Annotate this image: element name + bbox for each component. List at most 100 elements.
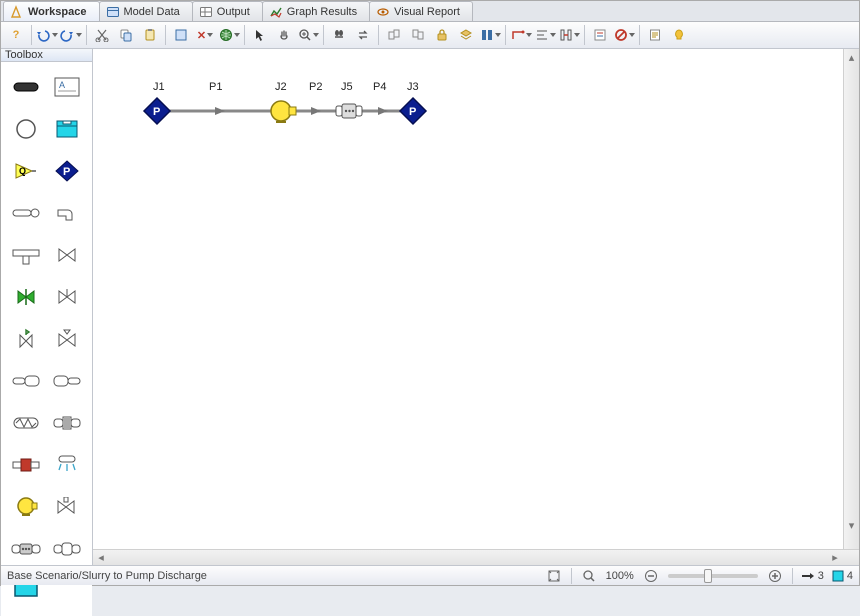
pan-tool[interactable] bbox=[273, 24, 295, 46]
cut-button[interactable] bbox=[91, 24, 113, 46]
palette-reservoir-closed[interactable] bbox=[49, 110, 87, 148]
help-icon[interactable]: ? bbox=[5, 24, 27, 46]
status-scenario: Base Scenario/Slurry to Pump Discharge bbox=[7, 570, 207, 582]
palette-elbow[interactable] bbox=[49, 194, 87, 232]
layers-button[interactable] bbox=[455, 24, 477, 46]
palette-pump-red[interactable] bbox=[7, 446, 45, 484]
scroll-left-icon[interactable]: ◂ bbox=[93, 550, 109, 566]
node-J1[interactable]: P bbox=[144, 98, 170, 124]
distribute-button[interactable] bbox=[558, 24, 580, 46]
palette-general-1[interactable] bbox=[7, 530, 45, 568]
palette-pump-yellow[interactable] bbox=[7, 488, 45, 526]
palette-control-valve[interactable] bbox=[49, 320, 87, 358]
label-J1: J1 bbox=[153, 81, 165, 93]
label-J2: J2 bbox=[275, 81, 287, 93]
scroll-right-icon[interactable]: ▸ bbox=[827, 550, 843, 566]
junction-icon bbox=[832, 570, 844, 582]
svg-text:P: P bbox=[409, 106, 416, 118]
vertical-scrollbar[interactable]: ▴ ▾ bbox=[843, 49, 859, 549]
svg-text:P: P bbox=[153, 106, 160, 118]
tab-workspace-label: Workspace bbox=[28, 6, 87, 18]
undo-button[interactable] bbox=[36, 24, 58, 46]
node-J3[interactable]: P bbox=[400, 98, 426, 124]
svg-text:A: A bbox=[59, 80, 65, 90]
swap-button[interactable] bbox=[352, 24, 374, 46]
deny-button[interactable] bbox=[613, 24, 635, 46]
tab-output-label: Output bbox=[217, 6, 250, 18]
redo-button[interactable] bbox=[60, 24, 82, 46]
output-icon bbox=[199, 5, 213, 19]
palette-pipe[interactable] bbox=[7, 68, 45, 106]
palette-valve-3[interactable] bbox=[49, 488, 87, 526]
paste-button[interactable] bbox=[139, 24, 161, 46]
palette-heat-exchanger[interactable] bbox=[7, 404, 45, 442]
copy-button[interactable] bbox=[115, 24, 137, 46]
globe-button[interactable] bbox=[218, 24, 240, 46]
idea-button[interactable] bbox=[668, 24, 690, 46]
units-button[interactable] bbox=[479, 24, 501, 46]
pipe-icon bbox=[801, 572, 815, 580]
svg-text:Q: Q bbox=[19, 166, 26, 176]
align-button[interactable] bbox=[534, 24, 556, 46]
tab-output[interactable]: Output bbox=[192, 1, 263, 21]
scroll-down-icon[interactable]: ▾ bbox=[844, 517, 859, 533]
palette-area-change-1[interactable] bbox=[7, 362, 45, 400]
label-P2: P2 bbox=[309, 81, 322, 93]
palette-assigned-flow[interactable]: Q bbox=[7, 152, 45, 190]
zoom-in-button[interactable] bbox=[766, 567, 784, 585]
palette-screen[interactable] bbox=[49, 404, 87, 442]
palette-tee[interactable] bbox=[7, 236, 45, 274]
tab-model-data-label: Model Data bbox=[124, 6, 180, 18]
workspace-icon bbox=[10, 5, 24, 19]
workspace-canvas[interactable]: P P bbox=[93, 49, 859, 549]
fit-view-button[interactable] bbox=[545, 567, 563, 585]
tab-visual-report[interactable]: Visual Report bbox=[369, 1, 473, 21]
palette-annotation[interactable]: A bbox=[49, 68, 87, 106]
scroll-up-icon[interactable]: ▴ bbox=[844, 49, 859, 65]
zoom-out-button[interactable] bbox=[642, 567, 660, 585]
group-button-1[interactable] bbox=[383, 24, 405, 46]
zoom-tool[interactable] bbox=[297, 24, 319, 46]
route-button[interactable] bbox=[510, 24, 532, 46]
pipe-count: 3 bbox=[801, 570, 824, 582]
label-J3: J3 bbox=[407, 81, 419, 93]
label-J5: J5 bbox=[341, 81, 353, 93]
report-button[interactable] bbox=[644, 24, 666, 46]
properties-button[interactable] bbox=[589, 24, 611, 46]
pointer-tool[interactable] bbox=[249, 24, 271, 46]
select-rect-button[interactable] bbox=[170, 24, 192, 46]
delete-button[interactable]: ✕ bbox=[194, 24, 216, 46]
label-P4: P4 bbox=[373, 81, 386, 93]
zoom-slider[interactable] bbox=[668, 574, 758, 578]
tab-model-data[interactable]: Model Data bbox=[99, 1, 193, 21]
junction-count: 4 bbox=[832, 570, 853, 582]
lock-button[interactable] bbox=[431, 24, 453, 46]
palette-general-2[interactable] bbox=[49, 530, 87, 568]
toolbox-title: Toolbox bbox=[1, 49, 92, 62]
find-button[interactable] bbox=[328, 24, 350, 46]
visual-report-icon bbox=[376, 5, 390, 19]
horizontal-scrollbar[interactable]: ◂ ▸ bbox=[93, 549, 859, 565]
group-button-2[interactable] bbox=[407, 24, 429, 46]
palette-valve-2[interactable] bbox=[49, 278, 87, 316]
palette-reservoir-open[interactable] bbox=[7, 110, 45, 148]
zoom-reset-button[interactable] bbox=[580, 567, 598, 585]
node-J2[interactable] bbox=[271, 101, 296, 122]
label-P1: P1 bbox=[209, 81, 222, 93]
svg-text:P: P bbox=[63, 166, 70, 178]
tab-graph-results[interactable]: Graph Results bbox=[262, 1, 370, 21]
node-J5[interactable] bbox=[336, 104, 362, 118]
zoom-value: 100% bbox=[606, 570, 634, 582]
palette-spray[interactable] bbox=[49, 446, 87, 484]
palette-branch[interactable] bbox=[7, 194, 45, 232]
modeldata-icon bbox=[106, 5, 120, 19]
palette-valve-1[interactable] bbox=[49, 236, 87, 274]
graph-icon bbox=[269, 5, 283, 19]
tab-workspace[interactable]: Workspace bbox=[3, 1, 100, 21]
palette-assigned-pressure[interactable]: P bbox=[49, 152, 87, 190]
palette-check-valve[interactable] bbox=[7, 278, 45, 316]
palette-area-change-2[interactable] bbox=[49, 362, 87, 400]
tab-graph-results-label: Graph Results bbox=[287, 6, 357, 18]
palette-relief-valve[interactable] bbox=[7, 320, 45, 358]
tab-visual-report-label: Visual Report bbox=[394, 6, 460, 18]
